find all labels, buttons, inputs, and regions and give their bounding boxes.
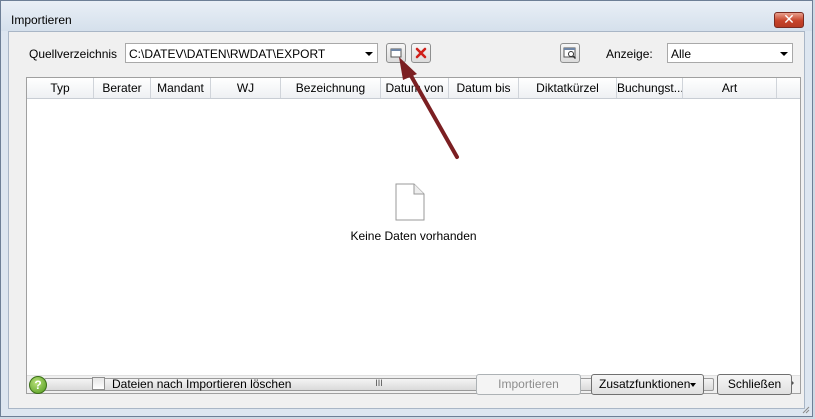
remove-directory-button[interactable] — [411, 43, 431, 63]
display-filter-combobox[interactable]: Alle — [667, 43, 793, 63]
dialog-title: Importieren — [11, 13, 72, 27]
chevron-down-icon[interactable] — [365, 52, 373, 56]
chevron-down-icon — [690, 383, 696, 387]
preview-button[interactable] — [560, 43, 580, 63]
close-button[interactable]: Schließen — [717, 374, 792, 395]
column-header-wj[interactable]: WJ — [211, 78, 281, 98]
column-header-diktatkuerzel[interactable]: Diktatkürzel — [519, 78, 617, 98]
help-icon: ? — [34, 378, 42, 392]
search-preview-icon — [563, 47, 577, 60]
table-header: Typ Berater Mandant WJ Bezeichnung Datum… — [27, 78, 800, 99]
delete-x-icon — [415, 47, 427, 59]
dialog-body: Quellverzeichnis C:\DATEV\DATEN\RWDAT\EX… — [8, 31, 805, 409]
import-files-table[interactable]: Typ Berater Mandant WJ Bezeichnung Datum… — [26, 77, 801, 394]
close-window-button[interactable]: ✕ — [774, 11, 804, 28]
blank-document-icon — [395, 183, 425, 221]
source-directory-label: Quellverzeichnis — [29, 47, 118, 61]
source-directory-combobox[interactable]: C:\DATEV\DATEN\RWDAT\EXPORT — [125, 43, 378, 63]
column-header-datum-von[interactable]: Datum von — [381, 78, 449, 98]
resize-grip-icon[interactable] — [800, 404, 810, 414]
column-header-typ[interactable]: Typ — [27, 78, 94, 98]
source-directory-value: C:\DATEV\DATEN\RWDAT\EXPORT — [129, 47, 326, 61]
additional-functions-label: Zusatzfunktionen — [599, 377, 691, 391]
close-icon: ✕ — [783, 11, 795, 27]
column-header-buchungstext[interactable]: Buchungst... — [617, 78, 683, 98]
display-label: Anzeige: — [606, 47, 653, 61]
help-button[interactable]: ? — [29, 376, 47, 394]
import-dialog: Importieren ✕ Quellverzeichnis C:\DATEV\… — [0, 0, 813, 417]
import-button[interactable]: Importieren — [476, 374, 581, 395]
additional-functions-button[interactable]: Zusatzfunktionen — [591, 374, 704, 395]
column-header-berater[interactable]: Berater — [94, 78, 151, 98]
empty-state-text: Keine Daten vorhanden — [350, 229, 477, 243]
folder-browse-icon — [390, 48, 402, 58]
chevron-down-icon[interactable] — [780, 52, 788, 56]
delete-after-import-checkbox[interactable] — [92, 377, 105, 390]
column-header-datum-bis[interactable]: Datum bis — [449, 78, 519, 98]
column-header-bezeichnung[interactable]: Bezeichnung — [281, 78, 381, 98]
column-header-mandant[interactable]: Mandant — [151, 78, 211, 98]
column-header-art[interactable]: Art — [683, 78, 777, 98]
display-filter-value: Alle — [671, 47, 692, 61]
title-bar: Importieren ✕ — [1, 1, 812, 31]
browse-folder-button[interactable] — [386, 43, 406, 63]
delete-after-import-label[interactable]: Dateien nach Importieren löschen — [112, 377, 291, 391]
